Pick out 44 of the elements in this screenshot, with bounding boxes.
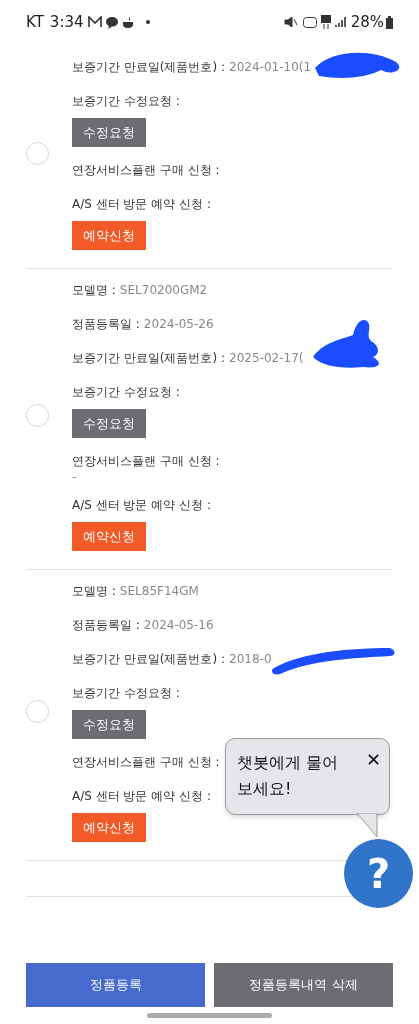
field-label: 정품등록일 : — [72, 316, 140, 333]
mute-icon — [283, 16, 298, 28]
battery-icon — [386, 15, 393, 29]
mail-icon — [87, 16, 102, 28]
field-value: 2024-05-26 — [143, 317, 214, 331]
help-button[interactable]: ? — [344, 839, 413, 908]
battery-level: 28% — [350, 11, 384, 33]
edit-request-button[interactable]: 수정요청 — [72, 409, 146, 438]
field-label: 보증기간 만료일(제품번호) : — [72, 651, 226, 668]
field-value: 2025-02-17( — [229, 351, 304, 365]
field-label: A/S 센터 방문 예약 신청 : — [72, 196, 211, 213]
booking-button[interactable]: 예약신청 — [72, 813, 146, 842]
field-label: 연장서비스플랜 구매 신청 : — [72, 453, 220, 470]
booking-button[interactable]: 예약신청 — [72, 221, 146, 250]
signal-icon — [334, 16, 347, 28]
field-value: SEL70200GM2 — [119, 283, 208, 297]
field-label: 모델명 : — [72, 583, 116, 600]
field-label: 보증기간 만료일(제품번호) : — [72, 59, 226, 76]
field-label: 연장서비스플랜 구매 신청 : — [72, 754, 220, 771]
field-label: 보증기간 수정요청 : — [72, 685, 180, 702]
booking-button[interactable]: 예약신청 — [72, 522, 146, 551]
status-time: 3:34 — [49, 11, 84, 33]
edit-request-button[interactable]: 수정요청 — [72, 710, 146, 739]
field-label: 모델명 : — [72, 282, 116, 299]
field-label: 보증기간 수정요청 : — [72, 93, 180, 110]
register-button[interactable]: 정품등록 — [26, 963, 205, 1007]
field-label: A/S 센터 방문 예약 신청 : — [72, 788, 211, 805]
cup-icon — [121, 15, 136, 29]
field-label: A/S 센터 방문 예약 신청 : — [72, 497, 211, 514]
field-value: SEL85F14GM — [119, 584, 199, 598]
carrier-label: KT — [26, 11, 44, 33]
delete-history-button[interactable]: 정품등록내역 삭제 — [214, 963, 393, 1007]
chat-bubble-icon — [104, 15, 119, 29]
field-label: 보증기간 수정요청 : — [72, 384, 180, 401]
empty-value: - — [72, 470, 77, 484]
close-button[interactable]: ✕ — [365, 750, 381, 770]
field-label: 연장서비스플랜 구매 신청 : — [72, 162, 220, 179]
edit-request-button[interactable]: 수정요청 — [72, 118, 146, 147]
field-value: 2024-05-16 — [143, 618, 214, 632]
tooltip-text: 챗봇에게 물어보세요! — [237, 752, 340, 800]
field-value: 2024-01-10(1 — [229, 60, 312, 74]
field-value: 2018-0 — [229, 652, 272, 666]
field-label: 정품등록일 : — [72, 617, 140, 634]
field-label: 보증기간 만료일(제품번호) : — [72, 350, 226, 367]
